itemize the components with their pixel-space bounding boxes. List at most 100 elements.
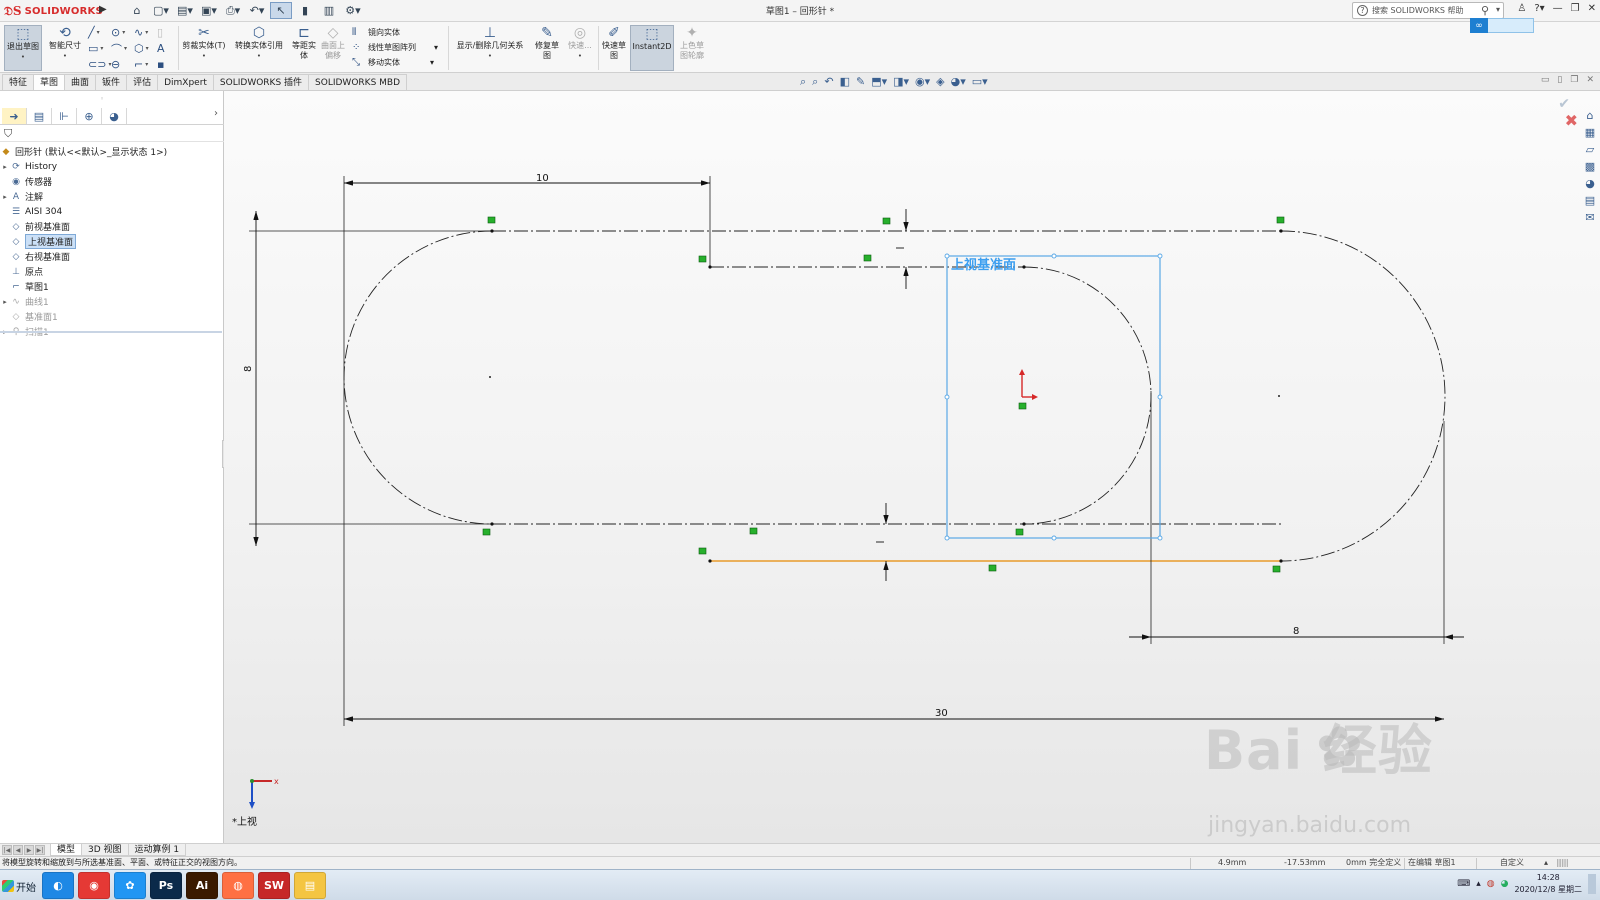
rapid-sketch-button[interactable]: ✐ 快速草图 xyxy=(600,25,628,61)
rectangle-tool-icon[interactable]: ▭ ▾ xyxy=(88,41,110,56)
surface-offset-button[interactable]: ◇ 曲面上偏移 xyxy=(320,25,346,61)
tree-item[interactable]: ▸ ⟳ History xyxy=(0,159,224,174)
dimension-bottom-label[interactable]: 30 xyxy=(935,708,948,719)
tree-item[interactable]: ⌐ 草图1 xyxy=(0,279,224,294)
model-tab[interactable]: 模型 xyxy=(50,844,83,856)
resize-grip-icon[interactable]: ||||||| xyxy=(1556,857,1569,869)
expand-arrow-icon[interactable]: ▸ xyxy=(0,163,10,171)
solidworks-app-icon[interactable]: SW xyxy=(258,872,290,899)
panel-grip-icon[interactable]: ◦ xyxy=(100,95,104,103)
configuration-manager-tab-icon[interactable]: ⊩ xyxy=(52,108,77,124)
chevron-down-icon[interactable]: ▾ xyxy=(1496,5,1500,14)
command-tab[interactable]: SOLIDWORKS 插件 xyxy=(212,74,310,90)
confirm-check-icon[interactable]: ✔ xyxy=(1558,96,1570,112)
start-button[interactable]: 开始 xyxy=(2,874,38,898)
status-units[interactable]: 自定义 xyxy=(1500,857,1524,869)
display-style-icon[interactable]: ◨▾ xyxy=(893,75,909,89)
apply-scene-icon[interactable]: ◕▾ xyxy=(951,75,966,89)
convert-entities-button[interactable]: ⬡ 转换实体引用 • xyxy=(232,25,286,61)
keyboard-icon[interactable]: ⌨ xyxy=(1457,879,1470,889)
tree-item[interactable]: ▸ ∿ 曲线1 xyxy=(0,294,224,309)
network-icon[interactable]: ◍ xyxy=(1487,879,1495,889)
repair-sketch-button[interactable]: ✎ 修复草图 xyxy=(532,25,562,61)
illustrator-app-icon[interactable]: Ai xyxy=(186,872,218,899)
viewport-close-icon[interactable]: ✕ xyxy=(1586,75,1594,85)
instant2d-button[interactable]: ⬚ Instant2D xyxy=(630,25,674,71)
property-manager-tab-icon[interactable]: ▤ xyxy=(27,108,52,124)
command-tab[interactable]: 特征 xyxy=(2,74,35,90)
design-library-icon[interactable]: ▦ xyxy=(1585,126,1595,139)
help-icon[interactable]: ?▾ xyxy=(1534,3,1544,14)
relation-glyphs[interactable] xyxy=(482,216,1285,573)
dimension-lines[interactable] xyxy=(253,180,1464,722)
previous-view-icon[interactable]: ↶ xyxy=(824,75,833,89)
units-dropdown-icon[interactable]: ▴ xyxy=(1544,857,1548,869)
zoom-to-fit-icon[interactable]: ⌕ xyxy=(800,75,806,89)
shaded-sketch-contours-button[interactable]: ✦ 上色草图轮廓 xyxy=(678,25,706,61)
command-tab[interactable]: SOLIDWORKS MBD xyxy=(308,74,408,90)
view-palette-icon[interactable]: ▩ xyxy=(1585,160,1595,173)
smart-dimension-button[interactable]: ⟲ 智能尺寸 • xyxy=(46,25,84,61)
tree-item[interactable]: ☰ AISI 304 xyxy=(0,204,224,219)
prev-tab-icon[interactable]: ◀ xyxy=(13,845,23,855)
custom-properties-icon[interactable]: ▤ xyxy=(1585,194,1595,207)
expand-arrow-icon[interactable]: ▸ xyxy=(0,298,10,306)
viewport-tile-icon[interactable]: ▭ xyxy=(1541,75,1550,85)
tree-item[interactable]: ⊥ 原点 xyxy=(0,264,224,279)
tree-item[interactable]: ▸ A 注解 xyxy=(0,189,224,204)
command-tab[interactable]: DimXpert xyxy=(157,74,214,90)
model-tab[interactable]: 3D 视图 xyxy=(81,844,129,856)
last-tab-icon[interactable]: ▶| xyxy=(35,845,45,855)
display-delete-relations-button[interactable]: ⊥ 显示/删除几何关系 • xyxy=(452,25,528,61)
firefox-app-icon[interactable]: ◍ xyxy=(222,872,254,899)
dimension-right-label[interactable]: 8 xyxy=(1293,626,1299,637)
expand-arrow-icon[interactable]: ▸ xyxy=(0,193,10,201)
restore-icon[interactable]: ❐ xyxy=(1571,3,1580,14)
user-icon[interactable]: ♙ xyxy=(1517,3,1526,14)
view-orientation-icon[interactable]: ⬒▾ xyxy=(871,75,887,89)
mirror-entities-button[interactable]: ⫴ 镜向实体 xyxy=(352,26,438,39)
command-tab[interactable]: 曲面 xyxy=(64,74,97,90)
arc-tool-icon[interactable]: ⌒ ▾ xyxy=(111,41,133,56)
tree-item[interactable]: ◉ 传感器 xyxy=(0,174,224,189)
inner-slot-outline[interactable] xyxy=(710,266,1152,525)
file-explorer-icon[interactable]: ▱ xyxy=(1586,143,1594,156)
tray-expand-icon[interactable]: ▴ xyxy=(1476,879,1481,889)
help-search-input[interactable]: ? 搜索 SOLIDWORKS 帮助 ⚲ ▾ xyxy=(1352,2,1504,19)
feature-manager-tab-icon[interactable]: ➜ xyxy=(2,108,27,124)
chevron-down-icon[interactable]: ▾ xyxy=(434,43,438,52)
next-tab-icon[interactable]: ▶ xyxy=(24,845,34,855)
offset-entities-button[interactable]: ⊏ 等距实体 xyxy=(290,25,318,61)
solidworks-forum-icon[interactable]: ✉ xyxy=(1585,211,1594,224)
chevron-right-icon[interactable]: › xyxy=(214,108,218,119)
spline-tool-icon[interactable]: ∿ ▾ xyxy=(134,25,156,40)
quick-snaps-button[interactable]: ◎ 快速... • xyxy=(566,25,594,61)
search-icon[interactable]: ⚲ xyxy=(1481,4,1489,17)
photoshop-app-icon[interactable]: Ps xyxy=(150,872,182,899)
baidu-app-icon[interactable]: ✿ xyxy=(114,872,146,899)
section-view-icon[interactable]: ◧ xyxy=(840,75,850,89)
browser-app-icon[interactable]: ◐ xyxy=(42,872,74,899)
zoom-to-area-icon[interactable]: ⌕ xyxy=(812,75,818,89)
appearances-icon[interactable]: ◕ xyxy=(1585,177,1595,190)
cancel-x-icon[interactable]: ✖ xyxy=(1565,111,1578,130)
first-tab-icon[interactable]: |◀ xyxy=(2,845,12,855)
circle-tool-icon[interactable]: ⊙ ▾ xyxy=(111,25,133,40)
tree-item[interactable]: ◇ 基准面1 xyxy=(0,309,224,324)
tree-root-part[interactable]: ◆ 回形针 (默认<<默认>_显示状态 1>) xyxy=(0,144,224,159)
graphics-area[interactable]: 10 8 8 30 上视基准面 x ✔ ✖ ⌂ ▦ ▱ ▩ ◕ ▤ ✉ *上视 … xyxy=(224,91,1600,844)
explorer-app-icon[interactable]: ▤ xyxy=(294,872,326,899)
command-tab[interactable]: 评估 xyxy=(126,74,159,90)
chevron-down-icon[interactable]: ▾ xyxy=(430,58,434,67)
line-tool-icon[interactable]: ╱ ▾ xyxy=(88,25,110,40)
polygon-tool-icon[interactable]: ⬡ ▾ xyxy=(134,41,156,56)
panel-divider[interactable] xyxy=(0,331,222,333)
dynamic-annotation-icon[interactable]: ✎ xyxy=(856,75,865,89)
view-settings-icon[interactable]: ▭▾ xyxy=(972,75,988,89)
volume-icon[interactable]: ◕ xyxy=(1501,879,1509,889)
dimxpert-manager-tab-icon[interactable]: ⊕ xyxy=(77,108,102,124)
linear-pattern-button[interactable]: ⁘ 线性草图阵列 ▾ xyxy=(352,41,438,54)
text-tool-disabled-icon[interactable]: ▯ xyxy=(157,25,179,40)
viewport-restore-icon[interactable]: ❐ xyxy=(1570,75,1578,85)
sketch-origin[interactable] xyxy=(1019,369,1038,400)
